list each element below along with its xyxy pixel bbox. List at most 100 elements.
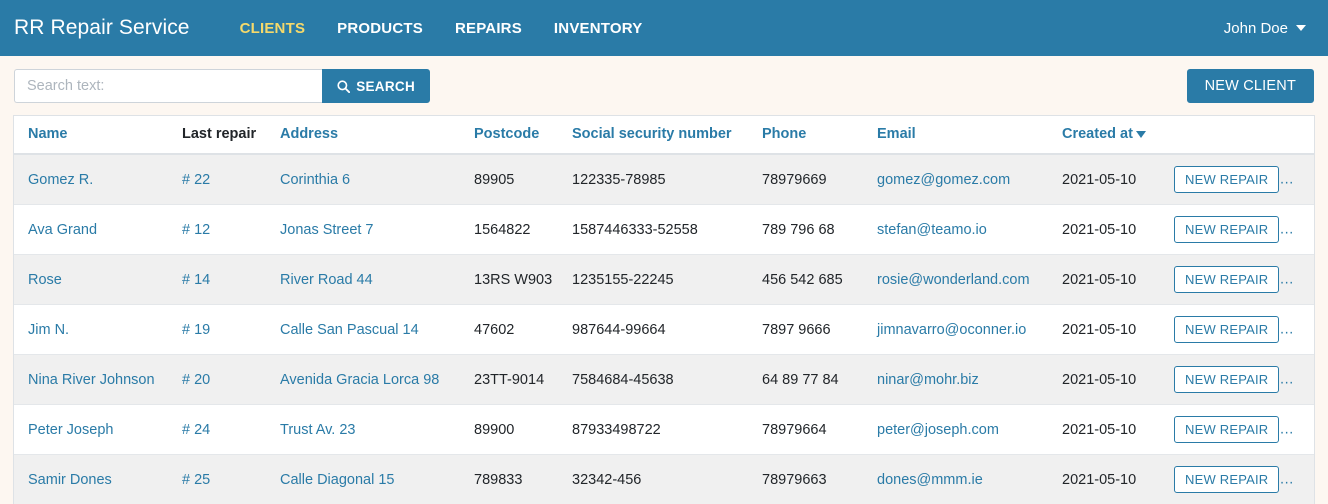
text-created: 2021-05-10: [1062, 221, 1137, 238]
new-client-button[interactable]: NEW CLIENT: [1186, 69, 1314, 103]
cell-email: dones@mmm.ie: [869, 454, 1054, 504]
link-address[interactable]: Trust Av. 23: [280, 422, 356, 438]
new-repair-button[interactable]: NEW REPAIR: [1174, 166, 1280, 193]
text-phone: 7897 9666: [762, 321, 831, 338]
user-menu-label: John Doe: [1223, 19, 1288, 37]
link-name[interactable]: Ava Grand: [28, 222, 97, 238]
table-row: Samir Dones # 25 Calle Diagonal 15 789833 32…: [14, 454, 1314, 504]
link-name[interactable]: Gomez R.: [28, 172, 93, 188]
column-header-label-phone: Phone: [762, 126, 807, 142]
link-repair[interactable]: # 24: [182, 422, 210, 438]
link-repair[interactable]: # 12: [182, 222, 210, 238]
new-repair-button[interactable]: NEW REPAIR: [1174, 266, 1280, 293]
text-postcode: 47602: [474, 321, 515, 338]
link-name[interactable]: Peter Joseph: [28, 422, 113, 438]
link-address[interactable]: Avenida Gracia Lorca 98: [280, 372, 439, 388]
cell-phone: 456 542 685: [754, 254, 869, 305]
text-created: 2021-05-10: [1062, 421, 1137, 438]
search-icon: [337, 79, 351, 93]
cell-phone: 7897 9666: [754, 304, 869, 355]
link-address[interactable]: Calle San Pascual 14: [280, 322, 419, 338]
cell-email: gomez@gomez.com: [869, 154, 1054, 205]
cell-ssn: 1587446333-52558: [564, 204, 754, 255]
column-header-label-ssn: Social security number: [572, 126, 732, 142]
column-header-label-created: Created at: [1062, 126, 1133, 142]
column-header-ssn[interactable]: Social security number: [564, 116, 754, 155]
link-address[interactable]: Corinthia 6: [280, 172, 350, 188]
link-name[interactable]: Rose: [28, 272, 62, 288]
link-name[interactable]: Jim N.: [28, 322, 69, 338]
cell-postcode: 13RS W903: [466, 254, 564, 305]
link-repair[interactable]: # 20: [182, 372, 210, 388]
text-ssn: 1587446333-52558: [572, 221, 698, 238]
column-header-postcode[interactable]: Postcode: [466, 116, 564, 155]
link-name[interactable]: Nina River Johnson: [28, 372, 155, 388]
cell-created: 2021-05-10: [1054, 154, 1166, 205]
new-repair-button[interactable]: NEW REPAIR: [1174, 416, 1280, 443]
link-address[interactable]: Calle Diagonal 15: [280, 472, 394, 488]
cell-name: Jim N.: [14, 304, 174, 355]
text-postcode: 1564822: [474, 221, 531, 238]
cell-created: 2021-05-10: [1054, 204, 1166, 255]
cell-actions: NEW REPAIR: [1166, 204, 1314, 255]
cell-email: peter@joseph.com: [869, 404, 1054, 455]
table-row: Rose # 14 River Road 44 13RS W903 1235155-22…: [14, 254, 1314, 305]
link-email[interactable]: jimnavarro@oconner.io: [877, 322, 1026, 338]
text-phone: 789 796 68: [762, 221, 835, 238]
new-repair-button[interactable]: NEW REPAIR: [1174, 366, 1280, 393]
cell-created: 2021-05-10: [1054, 454, 1166, 504]
column-header-email[interactable]: Email: [869, 116, 1054, 155]
text-phone: 78979664: [762, 421, 827, 438]
chevron-down-icon: [1296, 25, 1306, 31]
cell-postcode: 47602: [466, 304, 564, 355]
cell-ssn: 1235155-22245: [564, 254, 754, 305]
link-email[interactable]: ninar@mohr.biz: [877, 372, 979, 388]
column-header-created[interactable]: Created at: [1054, 116, 1166, 155]
link-repair[interactable]: # 25: [182, 472, 210, 488]
nav-link-products[interactable]: PRODUCTS: [321, 14, 439, 43]
link-email[interactable]: dones@mmm.ie: [877, 472, 983, 488]
user-menu[interactable]: John Doe: [1224, 20, 1312, 37]
cell-actions: NEW REPAIR: [1166, 154, 1314, 205]
new-repair-button[interactable]: NEW REPAIR: [1174, 216, 1280, 243]
link-email[interactable]: rosie@wonderland.com: [877, 272, 1030, 288]
cell-postcode: 23TT-9014: [466, 354, 564, 405]
cell-email: stefan@teamo.io: [869, 204, 1054, 255]
clients-table-body: Gomez R. # 22 Corinthia 6 89905 122335-78985…: [14, 154, 1314, 504]
link-name[interactable]: Samir Dones: [28, 472, 112, 488]
cell-repair: # 22: [174, 154, 272, 205]
cell-repair: # 14: [174, 254, 272, 305]
cell-ssn: 87933498722: [564, 404, 754, 455]
cell-name: Ava Grand: [14, 204, 174, 255]
cell-phone: 789 796 68: [754, 204, 869, 255]
cell-created: 2021-05-10: [1054, 354, 1166, 405]
cell-created: 2021-05-10: [1054, 254, 1166, 305]
search-button[interactable]: SEARCH: [322, 69, 430, 103]
cell-postcode: 789833: [466, 454, 564, 504]
link-email[interactable]: stefan@teamo.io: [877, 222, 987, 238]
nav-link-inventory[interactable]: INVENTORY: [538, 14, 658, 43]
link-email[interactable]: peter@joseph.com: [877, 422, 999, 438]
cell-phone: 78979669: [754, 154, 869, 205]
column-header-name[interactable]: Name: [14, 116, 174, 155]
link-address[interactable]: River Road 44: [280, 272, 373, 288]
column-header-address[interactable]: Address: [272, 116, 466, 155]
column-header-actions: [1166, 116, 1314, 155]
new-repair-button[interactable]: NEW REPAIR: [1174, 466, 1280, 493]
cell-ssn: 122335-78985: [564, 154, 754, 205]
text-phone: 456 542 685: [762, 271, 843, 288]
link-repair[interactable]: # 22: [182, 172, 210, 188]
new-repair-button[interactable]: NEW REPAIR: [1174, 316, 1280, 343]
link-repair[interactable]: # 19: [182, 322, 210, 338]
cell-postcode: 89905: [466, 154, 564, 205]
link-repair[interactable]: # 14: [182, 272, 210, 288]
text-phone: 78979669: [762, 171, 827, 188]
cell-name: Rose: [14, 254, 174, 305]
link-address[interactable]: Jonas Street 7: [280, 222, 374, 238]
nav-link-repairs[interactable]: REPAIRS: [439, 14, 538, 43]
nav-link-clients[interactable]: CLIENTS: [224, 14, 322, 43]
app-brand: RR Repair Service: [14, 16, 190, 39]
link-email[interactable]: gomez@gomez.com: [877, 172, 1010, 188]
search-input[interactable]: [14, 69, 323, 103]
column-header-phone[interactable]: Phone: [754, 116, 869, 155]
